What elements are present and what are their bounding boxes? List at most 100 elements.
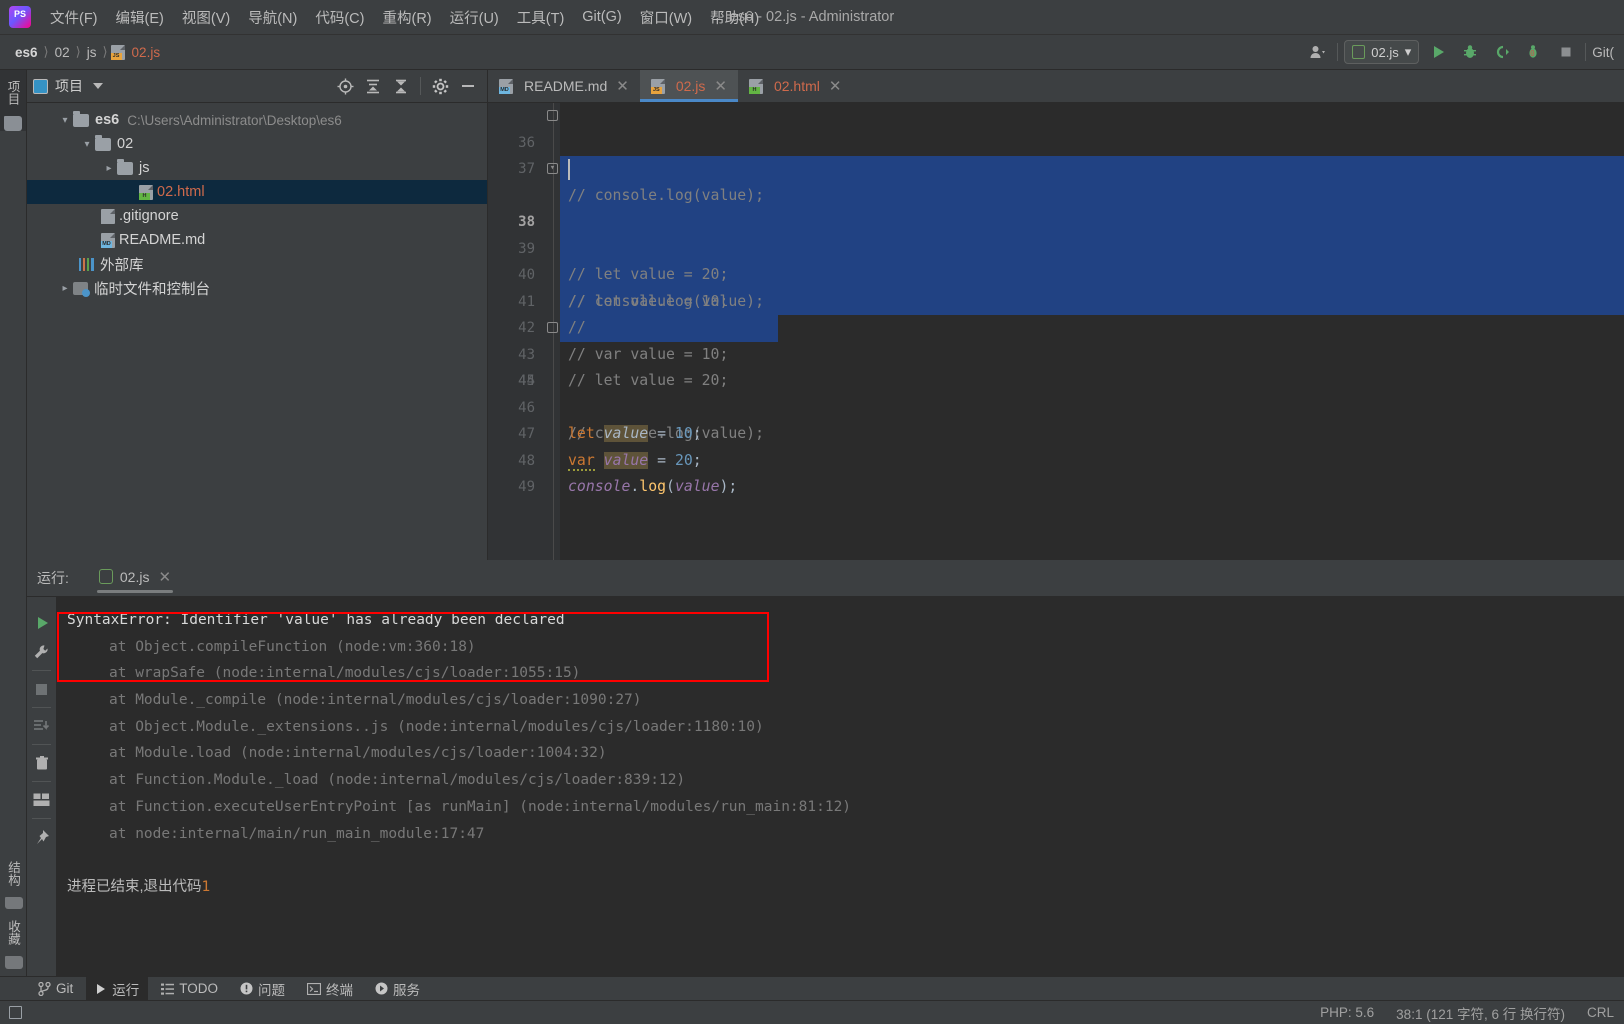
menu-refactor[interactable]: 重构(R) — [373, 3, 440, 32]
bottom-tab-label: 终端 — [326, 982, 354, 998]
collapse-all-icon[interactable] — [388, 74, 414, 98]
bottom-tab-git[interactable]: Git — [29, 978, 82, 999]
line-separator-indicator[interactable]: CRL — [1587, 1005, 1614, 1020]
menu-window[interactable]: 窗口(W) — [631, 3, 701, 32]
user-icon[interactable] — [1305, 40, 1331, 64]
menu-run[interactable]: 运行(U) — [441, 3, 508, 32]
console-line-trace[interactable]: at Module._compile (node:internal/module… — [67, 687, 1624, 714]
tree-node-js[interactable]: ▸ js — [27, 156, 487, 180]
menu-help[interactable]: 帮助(H) — [701, 3, 768, 32]
fold-end-icon[interactable] — [547, 322, 558, 333]
chevron-down-icon[interactable] — [93, 83, 103, 89]
breadcrumb-item-02js[interactable]: 02.js — [129, 43, 164, 62]
code-line: 40 // console.log(value); — [488, 209, 1624, 310]
pin-icon[interactable] — [31, 826, 53, 848]
sidebar-item-favorites[interactable]: 收藏 — [4, 916, 23, 949]
chevron-down-icon: ▾ — [1404, 44, 1412, 59]
tree-node-scratches[interactable]: ▸ 临时文件和控制台 — [27, 276, 487, 300]
fold-start-icon[interactable]: ▾ — [547, 163, 558, 174]
breadcrumb-item-02[interactable]: 02 — [52, 43, 73, 62]
bottom-tab-todo[interactable]: TODO — [152, 978, 227, 999]
tree-node-02[interactable]: ▾ 02 — [27, 132, 487, 156]
tree-node-readme[interactable]: MD README.md — [27, 228, 487, 252]
run-with-coverage-button[interactable] — [1489, 40, 1515, 64]
rerun-button[interactable] — [31, 612, 53, 634]
breadcrumb-separator: ⟩ — [43, 44, 49, 59]
close-icon[interactable]: ✕ — [714, 77, 727, 95]
tree-node-02html[interactable]: H 02.html — [27, 180, 487, 204]
menu-edit[interactable]: 编辑(E) — [107, 3, 173, 32]
scroll-to-end-button[interactable] — [31, 715, 53, 737]
close-icon[interactable]: ✕ — [616, 77, 629, 95]
close-icon[interactable]: ✕ — [829, 77, 842, 95]
console-line-trace[interactable]: at Function.executeUserEntryPoint [as ru… — [67, 794, 1624, 821]
console-line-trace[interactable]: at Object.compileFunction (node:vm:360:1… — [67, 634, 1624, 661]
fold-end-icon[interactable] — [547, 110, 558, 121]
gitignore-file-icon — [101, 208, 115, 224]
debug-button[interactable] — [1457, 40, 1483, 64]
run-panel-toolbar — [27, 597, 57, 976]
console-line-trace[interactable]: at wrapSafe (node:internal/modules/cjs/l… — [67, 660, 1624, 687]
stop-button[interactable] — [31, 678, 53, 700]
console-output[interactable]: SyntaxError: Identifier 'value' has alre… — [57, 597, 1624, 976]
toggle-tool-windows-icon[interactable] — [9, 1006, 22, 1019]
caret-position-indicator[interactable]: 38:1 (121 字符, 6 行 换行符) — [1396, 1003, 1565, 1023]
chevron-right-icon[interactable]: ▸ — [101, 163, 117, 174]
layout-button[interactable] — [31, 789, 53, 811]
expand-all-icon[interactable] — [360, 74, 386, 98]
menu-code[interactable]: 代码(C) — [306, 3, 373, 32]
tree-node-es6[interactable]: ▾ es6 C:\Users\Administrator\Desktop\es6 — [27, 108, 487, 132]
clear-all-button[interactable] — [31, 752, 53, 774]
edit-configuration-button[interactable] — [31, 641, 53, 663]
breadcrumb-item-es6[interactable]: es6 — [12, 43, 41, 62]
run-tool-window: 运行: 02.js ✕ SyntaxError: Identifier 'val… — [27, 560, 1624, 976]
libraries-icon — [79, 257, 94, 271]
menu-git[interactable]: Git(G) — [573, 5, 630, 29]
tree-node-external-libraries[interactable]: 外部库 — [27, 252, 487, 276]
bottom-tab-services[interactable]: 服务 — [366, 976, 429, 1002]
console-line-trace[interactable]: at Function.Module._load (node:internal/… — [67, 767, 1624, 794]
breadcrumb-item-js[interactable]: js — [84, 43, 100, 62]
tab-02-html[interactable]: H 02.html ✕ — [738, 70, 853, 102]
profiler-icon[interactable]: 0 — [1521, 40, 1547, 64]
console-line-trace[interactable]: at Module.load (node:internal/modules/cj… — [67, 740, 1624, 767]
menu-tools[interactable]: 工具(T) — [508, 3, 574, 32]
chevron-down-icon[interactable]: ▾ — [57, 115, 73, 126]
console-line-trace[interactable]: at node:internal/main/run_main_module:17… — [67, 821, 1624, 848]
minimize-icon[interactable] — [455, 74, 481, 98]
bookmark-icon[interactable] — [4, 956, 23, 969]
bottom-tab-terminal[interactable]: 终端 — [298, 976, 362, 1002]
target-icon[interactable] — [332, 74, 358, 98]
php-version-indicator[interactable]: PHP: 5.6 — [1320, 1005, 1374, 1020]
tree-node-gitignore[interactable]: .gitignore — [27, 204, 487, 228]
menu-navigate[interactable]: 导航(N) — [239, 3, 306, 32]
line-text: let value = 10; — [568, 421, 702, 448]
sidebar-item-project[interactable]: 项目 — [4, 76, 23, 109]
project-panel-title: 项目 — [55, 78, 83, 94]
token-punct: ; — [692, 451, 702, 469]
tab-readme-md[interactable]: MD README.md ✕ — [488, 70, 640, 102]
bottom-tab-problems[interactable]: 问题 — [231, 976, 294, 1002]
git-toolbar-label[interactable]: Git( — [1592, 45, 1618, 60]
tab-02-js[interactable]: JS 02.js ✕ — [639, 70, 739, 102]
folder-icon[interactable] — [4, 116, 22, 131]
run-configuration-selector[interactable]: 02.js ▾ — [1344, 40, 1420, 64]
token-paren: ( — [666, 478, 675, 495]
chevron-down-icon[interactable]: ▾ — [79, 139, 95, 150]
structure-icon[interactable] — [4, 897, 23, 909]
stop-button[interactable] — [1553, 40, 1579, 64]
close-icon[interactable]: ✕ — [158, 568, 171, 586]
menu-file[interactable]: 文件(F) — [41, 3, 107, 32]
js-file-icon: JS — [110, 44, 125, 60]
run-tab-02js[interactable]: 02.js ✕ — [91, 564, 179, 593]
sidebar-item-structure[interactable]: 结构 — [4, 857, 23, 890]
menu-view[interactable]: 视图(V) — [173, 3, 239, 32]
console-line-trace[interactable]: at Object.Module._extensions..js (node:i… — [67, 714, 1624, 741]
gear-icon[interactable] — [427, 74, 453, 98]
chevron-right-icon[interactable]: ▸ — [57, 283, 73, 294]
code-editor[interactable]: 36 // console.log(value); 37 38 ▾ // let… — [488, 103, 1624, 560]
run-button[interactable] — [1425, 40, 1451, 64]
bottom-tab-run[interactable]: 运行 — [86, 975, 149, 1002]
